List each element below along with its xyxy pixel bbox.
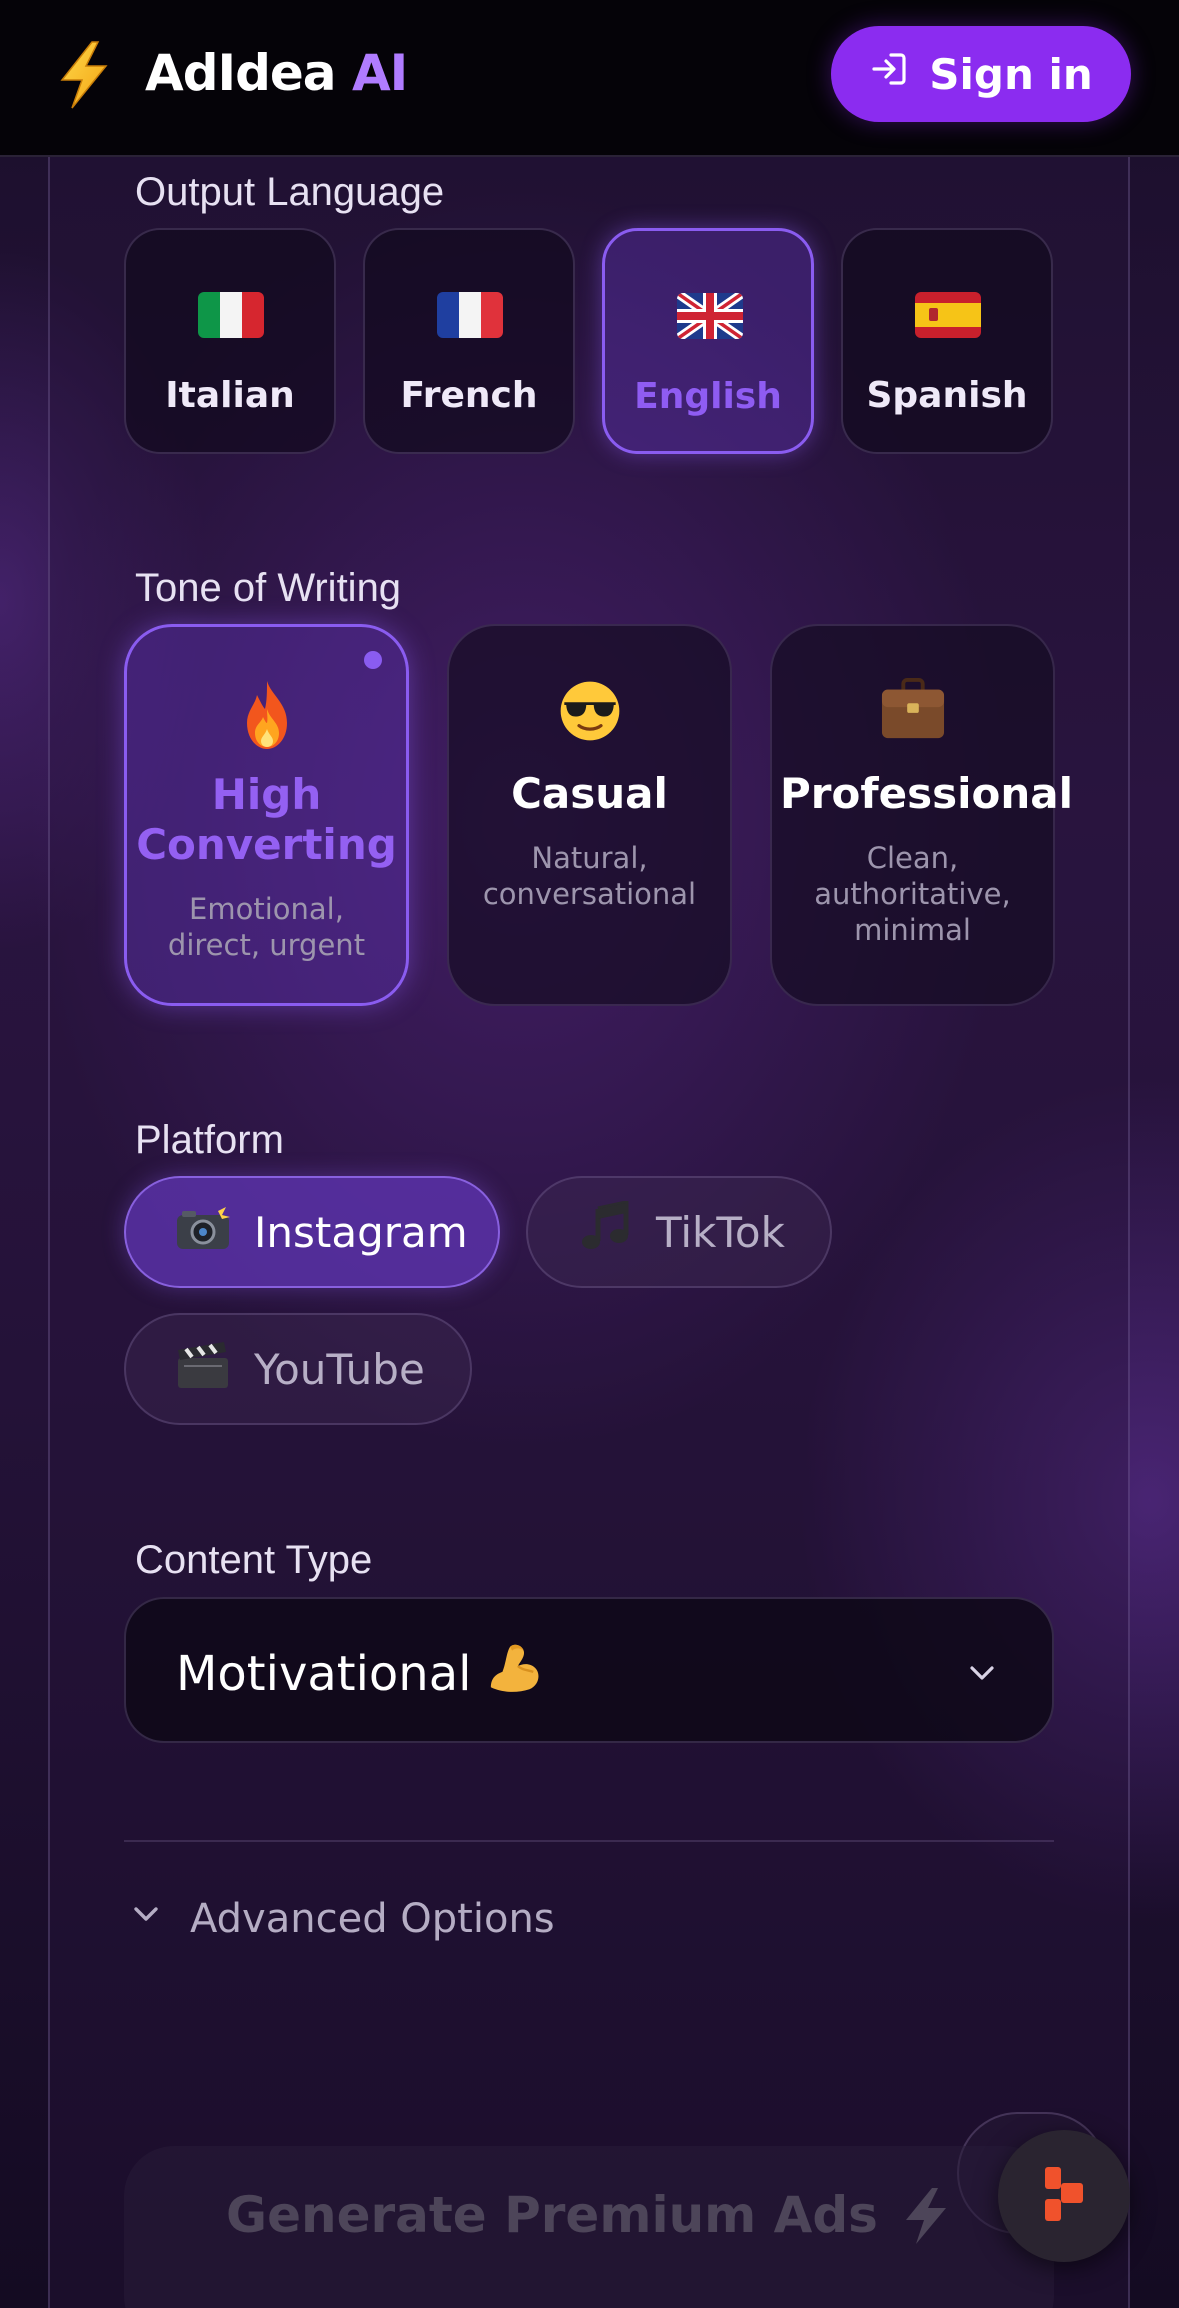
tone-option-professional[interactable]: Professional Clean, authoritative, minim… — [770, 624, 1073, 1006]
brand-accent: AI — [351, 44, 408, 102]
floating-action-button[interactable] — [998, 2130, 1130, 2262]
sign-in-button[interactable]: Sign in — [831, 26, 1131, 122]
camera-flash-icon — [174, 1201, 232, 1263]
language-option-spanish[interactable]: Spanish — [841, 228, 1053, 454]
fire-icon — [127, 679, 406, 759]
advanced-options-label: Advanced Options — [190, 1896, 555, 1942]
advanced-options-toggle[interactable]: Advanced Options — [128, 1896, 555, 1942]
tone-title: Casual — [511, 769, 668, 818]
uk-flag-icon — [677, 293, 743, 339]
tone-title: High Converting — [136, 770, 397, 869]
platform-option-instagram[interactable]: Instagram — [124, 1176, 500, 1288]
language-label: French — [400, 375, 538, 416]
platform-label-text: YouTube — [254, 1344, 425, 1394]
page: AdIdea AI Sign in Output Language Italia… — [0, 0, 1179, 2308]
france-flag-icon — [437, 292, 503, 338]
language-label: Spanish — [866, 375, 1028, 416]
app-logo-icon — [1041, 2163, 1087, 2229]
tone-description: Natural, conversational — [482, 841, 697, 911]
sign-in-arrow-icon — [869, 49, 909, 99]
content-type-select[interactable]: Motivational — [124, 1597, 1054, 1743]
tone-description: Emotional, direct, urgent — [167, 892, 366, 962]
lightning-bolt-icon — [54, 40, 114, 110]
italy-flag-icon — [198, 292, 264, 338]
brand-main: AdIdea — [145, 44, 337, 102]
sunglasses-face-icon — [449, 678, 730, 758]
output-language-label: Output Language — [135, 170, 445, 214]
language-option-french[interactable]: French — [363, 228, 575, 454]
content-type-label: Content Type — [135, 1538, 373, 1582]
clapper-board-icon — [174, 1338, 232, 1400]
generate-label: Generate Premium Ads — [226, 2186, 878, 2244]
language-option-english[interactable]: English — [602, 228, 814, 454]
content-type-value: Motivational — [176, 1641, 543, 1707]
platform-label-text: TikTok — [656, 1207, 785, 1257]
selected-indicator — [364, 651, 382, 669]
platform-option-youtube[interactable]: YouTube — [124, 1313, 472, 1425]
platform-option-tiktok[interactable]: TikTok — [526, 1176, 832, 1288]
tone-option-casual[interactable]: Casual Natural, conversational — [447, 624, 732, 1006]
platform-label-text: Instagram — [254, 1207, 468, 1257]
platform-label: Platform — [135, 1118, 284, 1162]
tone-title: Professional — [780, 769, 1073, 818]
generate-button[interactable]: Generate Premium Ads — [124, 2146, 1054, 2308]
tone-description: Clean, authoritative, minimal — [814, 841, 1011, 947]
section-divider — [124, 1840, 1054, 1842]
language-label: Italian — [165, 375, 295, 416]
language-option-italian[interactable]: Italian — [124, 228, 336, 454]
chevron-down-icon — [128, 1896, 164, 1942]
brand-name: AdIdea AI — [145, 38, 408, 108]
tone-of-writing-label: Tone of Writing — [135, 566, 402, 610]
sign-in-label: Sign in — [929, 49, 1093, 99]
spain-flag-icon — [915, 292, 981, 338]
chevron-down-icon — [964, 1655, 1000, 1691]
briefcase-icon — [772, 678, 1053, 758]
flexed-biceps-icon — [485, 1641, 543, 1707]
tone-option-high-converting[interactable]: High Converting Emotional, direct, urgen… — [124, 624, 409, 1006]
lightning-bolt-icon — [900, 2186, 952, 2308]
top-bar: AdIdea AI Sign in — [0, 0, 1179, 157]
music-note-icon — [576, 1199, 634, 1263]
language-label: English — [634, 376, 782, 417]
